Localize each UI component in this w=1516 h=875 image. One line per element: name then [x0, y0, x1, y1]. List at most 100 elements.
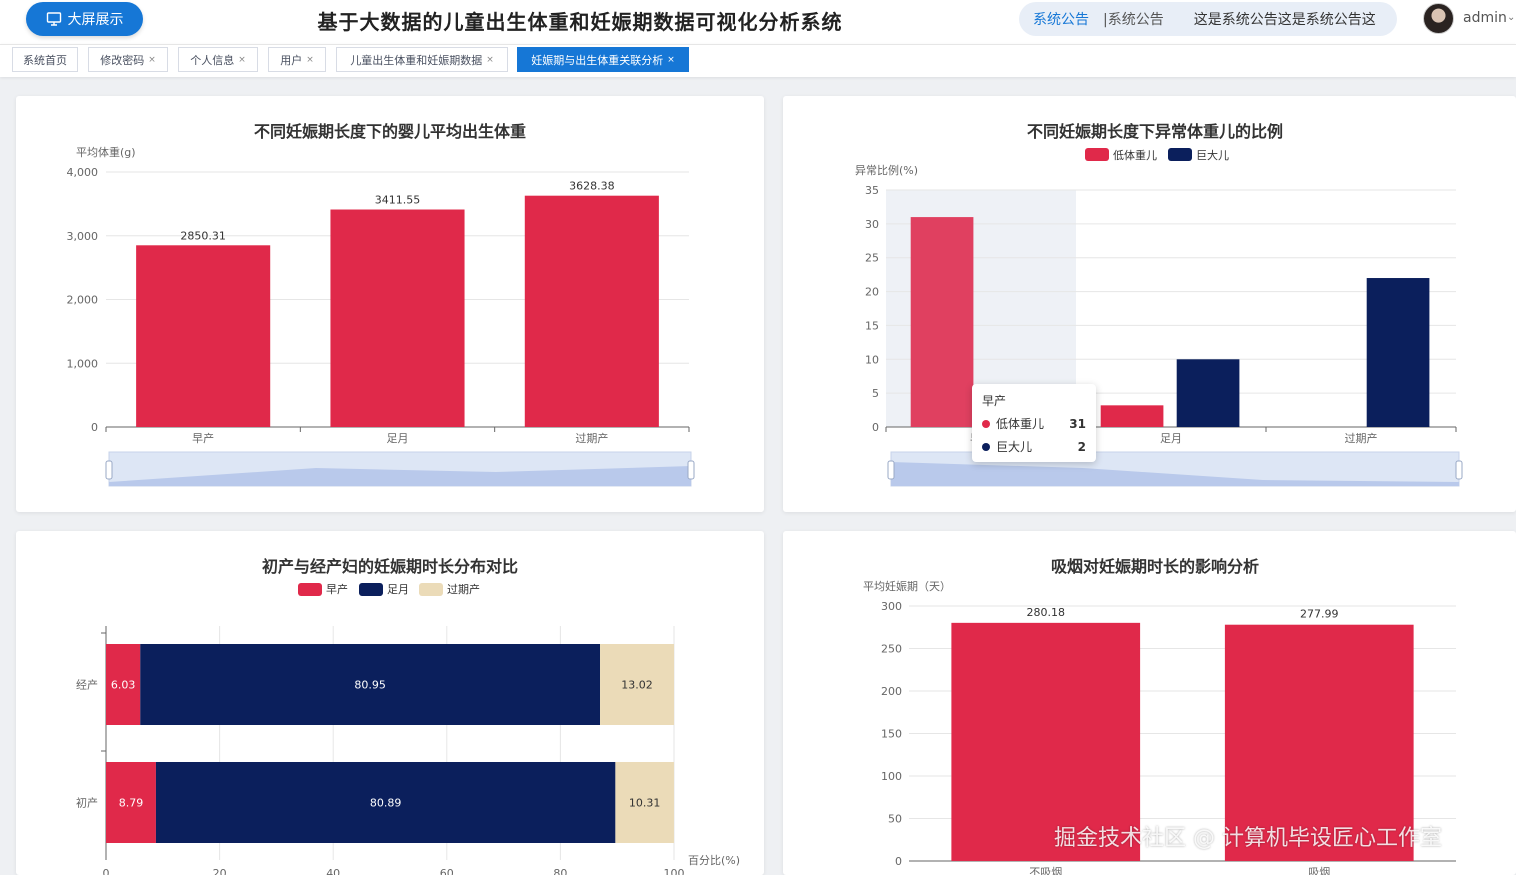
axis-title: 异常比例(%) — [855, 163, 918, 177]
tooltip-row: 巨大儿 2 — [982, 438, 1086, 455]
close-icon[interactable]: × — [148, 55, 156, 65]
zoom-handle — [1455, 460, 1463, 480]
close-icon[interactable]: × — [486, 55, 494, 65]
tooltip-series-name: 巨大儿 — [996, 440, 1033, 454]
chevron-down-icon[interactable]: ⌄ — [1507, 12, 1515, 23]
x-tick-label: 足月 — [1160, 432, 1182, 445]
y-tick-label: 10 — [865, 353, 879, 366]
legend-label: 过期产 — [447, 582, 480, 596]
y-tick-label: 经产 — [76, 678, 98, 692]
legend-swatch — [1168, 148, 1192, 161]
y-tick-label: 250 — [881, 643, 902, 656]
close-icon[interactable]: × — [238, 55, 246, 65]
user-name[interactable]: admin — [1463, 10, 1507, 26]
x-tick-label: 0 — [103, 867, 110, 875]
data-label: 2850.31 — [180, 229, 226, 242]
notice-bar[interactable]: 系统公告 |系统公告 这是系统公告这是系统公告这 — [1019, 2, 1397, 36]
avatar[interactable] — [1423, 3, 1454, 34]
y-tick-label: 200 — [881, 685, 902, 698]
tab-label: 儿童出生体重和妊娠期数据 — [350, 53, 483, 67]
zoom-handle — [887, 460, 895, 480]
legend-swatch — [359, 583, 383, 596]
legend-label: 巨大儿 — [1196, 148, 1229, 162]
x-tick-label: 100 — [664, 867, 685, 875]
data-label: 3411.55 — [375, 194, 421, 207]
x-tick-label: 吸烟 — [1308, 865, 1330, 875]
axis-title: 百分比(%) — [688, 854, 740, 867]
y-tick-label: 4,000 — [67, 166, 99, 179]
chart-abnormal-ratio[interactable]: 低体重儿巨大儿异常比例(%)05101520253035早产足月过期产 — [783, 96, 1516, 512]
y-tick-label: 30 — [865, 218, 879, 231]
bar — [1100, 405, 1164, 427]
data-label: 8.79 — [119, 797, 144, 810]
tab-label: 个人信息 — [190, 53, 235, 67]
legend-swatch — [1085, 148, 1109, 161]
x-tick-label: 早产 — [192, 431, 214, 445]
zoom-handle — [687, 460, 695, 480]
zoom-handle — [105, 460, 113, 480]
data-label: 277.99 — [1300, 608, 1339, 621]
tab-item[interactable]: 修改密码 × — [88, 47, 168, 72]
legend-swatch — [298, 583, 322, 596]
watermark: 掘金技术社区 @ 计算机毕设匠心工作室 — [1054, 826, 1442, 851]
y-tick-label: 5 — [872, 387, 879, 400]
tab-bar: 系统首页 修改密码 × 个人信息 × 用户 × 儿童出生体重和妊娠期数据 × 妊娠期与出生体重关联… — [0, 44, 1516, 77]
y-tick-label: 初产 — [76, 796, 98, 810]
tooltip-series-value: 2 — [1077, 439, 1086, 454]
legend-label: 早产 — [326, 582, 348, 596]
tab-item[interactable]: 系统首页 — [12, 47, 78, 72]
y-tick-label: 20 — [865, 286, 879, 299]
data-label: 6.03 — [111, 679, 136, 692]
chart-card-parity-distribution: 初产与经产妇的妊娠期时长分布对比 早产 足月 过期产 0 20 40 60 80 100 百分比(… — [16, 531, 764, 875]
chart-card-avg-weight: 不同妊娠期长度下的婴儿平均出生体重 平均体重(g) 0 1,000 2,000 3,00… — [16, 96, 764, 512]
big-screen-button[interactable]: 大屏展示 — [26, 2, 143, 36]
notice-text: 这是系统公告这是系统公告这 — [1193, 12, 1376, 28]
series-dot-icon — [982, 442, 990, 451]
big-screen-label: 大屏展示 — [67, 12, 124, 28]
data-label: 80.89 — [370, 797, 402, 810]
y-tick-label: 15 — [865, 319, 879, 332]
bar — [1176, 359, 1240, 427]
chart-avg-weight[interactable]: 平均体重(g) 0 1,000 2,000 3,000 4,000 2850.31 早产 341… — [16, 96, 764, 512]
tab-item[interactable]: 个人信息 × — [178, 47, 258, 72]
legend-label: 足月 — [387, 583, 409, 596]
system-title: 基于大数据的儿童出生体重和妊娠期数据可视化分析系统 — [317, 10, 843, 34]
tooltip-series-name: 低体重儿 — [996, 417, 1045, 431]
y-tick-label: 300 — [881, 600, 902, 613]
y-tick-label: 150 — [881, 728, 902, 741]
x-tick-label: 40 — [326, 867, 340, 875]
tab-label: 用户 — [280, 53, 303, 67]
y-tick-label: 3,000 — [67, 230, 99, 243]
close-icon[interactable]: × — [667, 55, 675, 65]
data-label: 10.31 — [629, 797, 661, 810]
x-tick-label: 过期产 — [575, 431, 608, 445]
chart-tooltip: 早产 低体重儿 31 巨大儿 2 — [972, 384, 1096, 462]
series-dot-icon — [982, 419, 990, 428]
tab-item[interactable]: 妊娠期与出生体重关联分析 × — [517, 47, 689, 72]
bar — [330, 209, 465, 427]
chart-parity-distribution[interactable]: 早产 足月 过期产 0 20 40 60 80 100百分比(%) 经产 6.03 80.95 13.0… — [16, 531, 764, 875]
data-label: 280.18 — [1027, 606, 1066, 619]
y-tick-label: 100 — [881, 770, 902, 783]
tooltip-title: 早产 — [982, 394, 1007, 408]
y-tick-label: 2,000 — [67, 294, 99, 307]
y-tick-label: 0 — [872, 421, 879, 434]
data-label: 80.95 — [354, 679, 386, 692]
bar — [1366, 278, 1430, 427]
legend-swatch — [419, 583, 443, 596]
y-tick-label: 0 — [895, 855, 902, 868]
monitor-icon — [46, 12, 61, 26]
tooltip-series-value: 31 — [1069, 416, 1086, 431]
chart-card-abnormal-ratio: 不同妊娠期长度下异常体重儿的比例 低体重儿 巨大儿 异常比例(%) 0 5 10 15 20 2… — [783, 96, 1516, 512]
x-tick-label: 足月 — [387, 432, 409, 445]
y-tick-label: 50 — [888, 813, 902, 826]
axis-title: 平均体重(g) — [76, 145, 136, 159]
tab-label: 系统首页 — [23, 53, 67, 67]
x-tick-label: 80 — [553, 867, 567, 875]
axis-title: 平均妊娠期（天） — [863, 579, 951, 593]
close-icon[interactable]: × — [306, 55, 314, 65]
x-tick-label: 过期产 — [1345, 431, 1378, 445]
y-tick-label: 35 — [865, 184, 879, 197]
tab-item[interactable]: 用户 × — [268, 47, 326, 72]
tab-item[interactable]: 儿童出生体重和妊娠期数据 × — [336, 47, 508, 72]
